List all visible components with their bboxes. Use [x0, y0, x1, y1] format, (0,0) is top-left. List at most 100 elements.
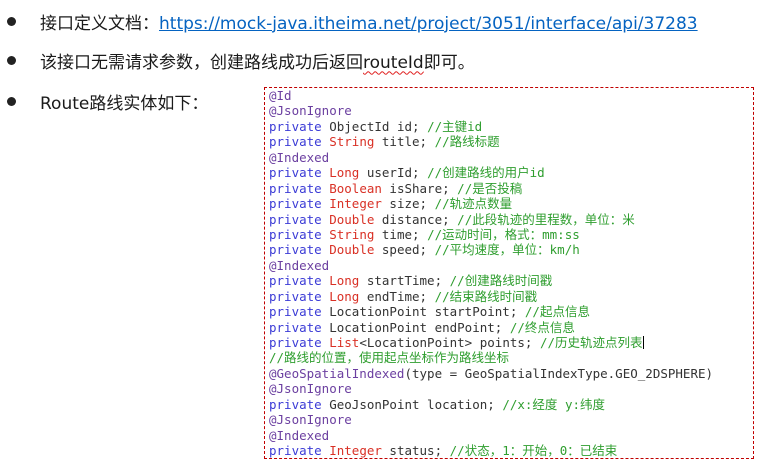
code-line: private ObjectId id; //主键id: [269, 119, 753, 134]
code-token: startTime;: [359, 273, 450, 289]
code-line: private Integer status; //状态，1：开始，0：已结束: [269, 443, 753, 458]
code-token: private: [269, 304, 330, 320]
code-token: Boolean: [329, 180, 382, 196]
code-line: private List<LocationPoint> points; //历史…: [269, 335, 753, 350]
code-line: private Long userId; //创建路线的用户id: [269, 165, 753, 180]
code-token: @JsonIgnore: [269, 412, 352, 428]
code-token: @GeoSpatialIndexed: [269, 365, 405, 381]
code-token: private: [269, 335, 330, 350]
code-line: @Indexed: [269, 258, 753, 273]
code-token: private: [269, 288, 330, 304]
route-id-term: routeId: [363, 52, 424, 73]
code-token: size;: [381, 196, 435, 212]
code-token: //结束路线时间戳: [434, 288, 538, 304]
code-line: private GeoJsonPoint location; //x:经度 y:…: [269, 397, 753, 412]
code-token: @JsonIgnore: [269, 103, 352, 119]
code-token: //创建路线时间戳: [449, 273, 553, 289]
bullet-dot: [7, 55, 16, 65]
code-token: private: [269, 273, 330, 289]
doc-label: 接口定义文档：: [40, 13, 159, 34]
code-token: Long: [329, 273, 360, 289]
code-token: //运动时间，格式：mm:ss: [427, 226, 580, 242]
code-line: @JsonIgnore: [269, 103, 753, 118]
code-line: private Double distance; //此段轨迹的里程数，单位：米: [269, 212, 753, 227]
code-token: //平均速度，单位：km/h: [434, 242, 580, 258]
bullet-dot: [7, 96, 16, 106]
code-token: private: [269, 118, 330, 134]
code-line: private Long endTime; //结束路线时间戳: [269, 289, 753, 304]
code-token: Double: [329, 211, 375, 227]
code-line: private LocationPoint startPoint; //起点信息: [269, 304, 753, 319]
code-line: private Integer size; //轨迹点数量: [269, 196, 753, 211]
code-token: private: [269, 180, 330, 196]
code-token: distance;: [374, 211, 458, 227]
code-line: private LocationPoint endPoint; //终点信息: [269, 320, 753, 335]
code-token: private: [269, 242, 330, 258]
code-token: private: [269, 396, 330, 412]
bullet-note-text: 该接口无需请求参数，创建路线成功后返回routeId即可。: [40, 48, 475, 73]
code-token: String: [329, 226, 375, 242]
code-line: private String title; //路线标题: [269, 134, 753, 149]
bullet-dot: [7, 16, 16, 26]
route-entity-code-block: @Id @JsonIgnore private ObjectId id; //主键i…: [264, 87, 754, 459]
code-line: @GeoSpatialIndexed(type = GeoSpatialInde…: [269, 366, 753, 381]
code-token: @Indexed: [269, 149, 330, 165]
code-token: //终点信息: [509, 319, 575, 335]
code-token: private: [269, 165, 330, 181]
code-token: Long: [329, 288, 360, 304]
code-token: (type = GeoSpatialIndexType.GEO_2DSPHERE…: [404, 365, 714, 381]
code-line: private Boolean isShare; //是否投稿: [269, 181, 753, 196]
code-line: private String time; //运动时间，格式：mm:ss: [269, 227, 753, 242]
code-token: isShare;: [381, 180, 458, 196]
code-token: private: [269, 196, 330, 212]
code-token: //x:经度 y:纬度: [502, 396, 605, 412]
code-line: @Indexed: [269, 150, 753, 165]
code-token: time;: [374, 226, 428, 242]
code-token: private: [269, 226, 330, 242]
code-token: @Id: [269, 88, 292, 103]
code-token: //状态，1：开始，0：已结束: [449, 443, 618, 459]
code-token: //主键id: [427, 118, 483, 134]
text-cursor: [642, 336, 644, 349]
code-token: userId;: [359, 165, 428, 181]
code-line: @JsonIgnore: [269, 412, 753, 427]
api-doc-link[interactable]: https://mock-java.itheima.net/project/30…: [159, 14, 698, 34]
code-token: LocationPoint startPoint;: [329, 304, 525, 320]
code-token: Integer: [329, 443, 382, 459]
code-token: private: [269, 443, 330, 459]
code-token: //是否投稿: [457, 180, 523, 196]
code-token: //路线的位置，使用起点坐标作为路线坐标: [269, 350, 510, 366]
bullet-entity: Route路线实体如下：: [0, 86, 260, 116]
code-line: private Double speed; //平均速度，单位：km/h: [269, 242, 753, 257]
code-token: speed;: [374, 242, 435, 258]
code-token: private: [269, 319, 330, 335]
code-token: //起点信息: [524, 304, 590, 320]
code-token: //创建路线的用户id: [427, 165, 545, 181]
code-token: endTime;: [359, 288, 435, 304]
code-token: Long: [329, 165, 360, 181]
code-token: private: [269, 134, 330, 150]
code-token: title;: [374, 134, 435, 150]
code-line: @Indexed: [269, 428, 753, 443]
code-token: <LocationPoint> points;: [359, 335, 540, 350]
code-token: //此段轨迹的里程数，单位：米: [457, 211, 635, 227]
note-before: 该接口无需请求参数，创建路线成功后返回: [40, 52, 363, 73]
code-token: @JsonIgnore: [269, 381, 352, 397]
code-token: @Indexed: [269, 427, 330, 443]
code-token: //路线标题: [434, 134, 500, 150]
code-token: Double: [329, 242, 375, 258]
bullet-doc-text: 接口定义文档：https://mock-java.itheima.net/pro…: [40, 9, 698, 34]
code-token: //轨迹点数量: [434, 196, 513, 212]
code-token: String: [329, 134, 375, 150]
bullet-note: 该接口无需请求参数，创建路线成功后返回routeId即可。: [0, 45, 765, 75]
code-line: //路线的位置，使用起点坐标作为路线坐标: [269, 350, 753, 365]
code-token: @Indexed: [269, 257, 330, 273]
entity-label: Route路线实体如下：: [40, 93, 209, 114]
code-token: Integer: [329, 196, 382, 212]
code-token: LocationPoint endPoint;: [329, 319, 510, 335]
code-token: GeoJsonPoint location;: [329, 396, 503, 412]
code-token: private: [269, 211, 330, 227]
code-line: @JsonIgnore: [269, 381, 753, 396]
note-after: 即可。: [423, 52, 475, 73]
code-token: status;: [381, 443, 450, 459]
